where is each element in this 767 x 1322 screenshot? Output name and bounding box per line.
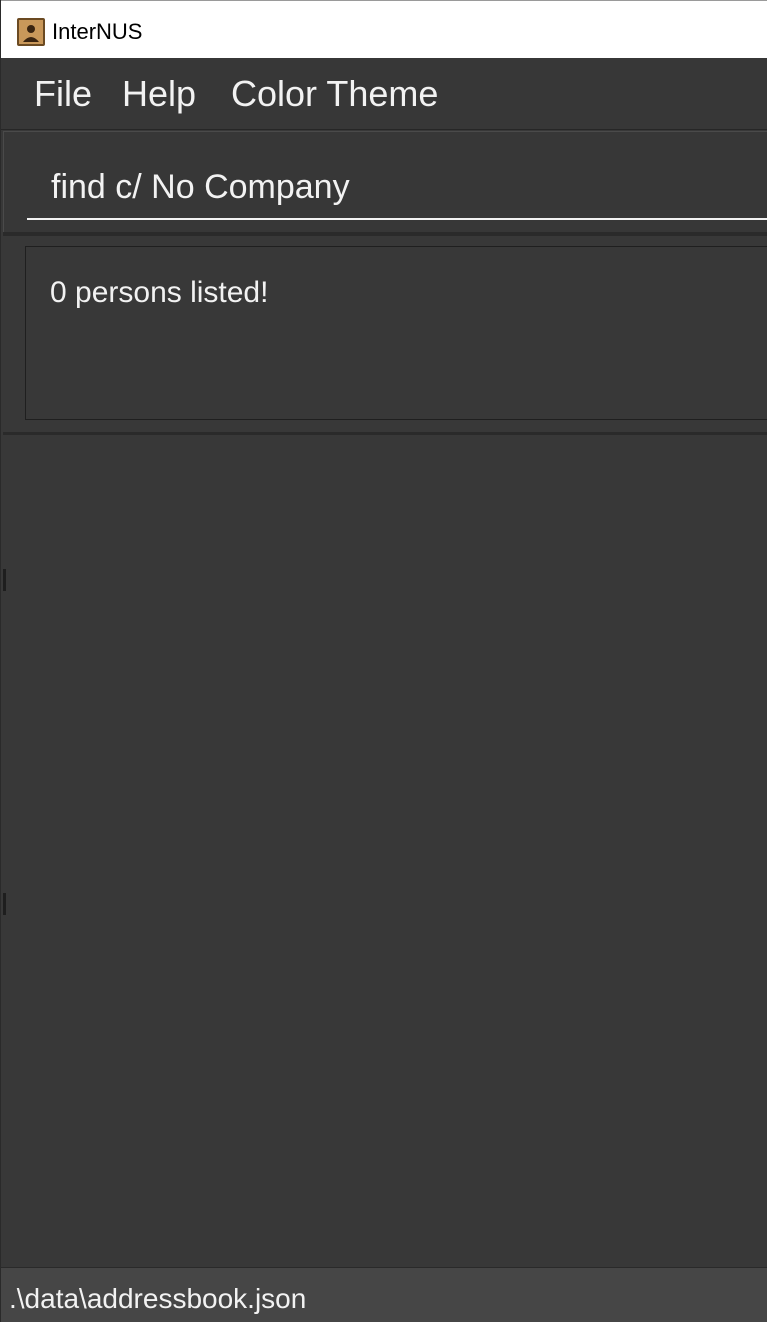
split-handle[interactable] bbox=[3, 893, 6, 915]
menu-bar: File Help Color Theme bbox=[1, 58, 767, 130]
result-display: 0 persons listed! bbox=[25, 246, 767, 420]
app-window: InterNUS File Help Color Theme 0 persons… bbox=[0, 0, 767, 1322]
status-bar: .\data\addressbook.json bbox=[1, 1267, 767, 1322]
split-handle[interactable] bbox=[3, 569, 6, 591]
window-title: InterNUS bbox=[52, 19, 143, 44]
address-book-icon bbox=[17, 18, 45, 46]
command-box-pane bbox=[3, 131, 767, 232]
save-location: .\data\addressbook.json bbox=[9, 1283, 307, 1314]
result-message: 0 persons listed! bbox=[50, 276, 269, 309]
menu-help[interactable]: Help bbox=[122, 72, 196, 116]
menu-file[interactable]: File bbox=[34, 72, 92, 116]
result-display-pane: 0 persons listed! bbox=[3, 236, 767, 432]
title-bar: InterNUS bbox=[1, 0, 767, 58]
menu-color-theme[interactable]: Color Theme bbox=[231, 72, 438, 116]
command-input[interactable] bbox=[27, 156, 767, 220]
person-list-panel bbox=[3, 435, 767, 1267]
